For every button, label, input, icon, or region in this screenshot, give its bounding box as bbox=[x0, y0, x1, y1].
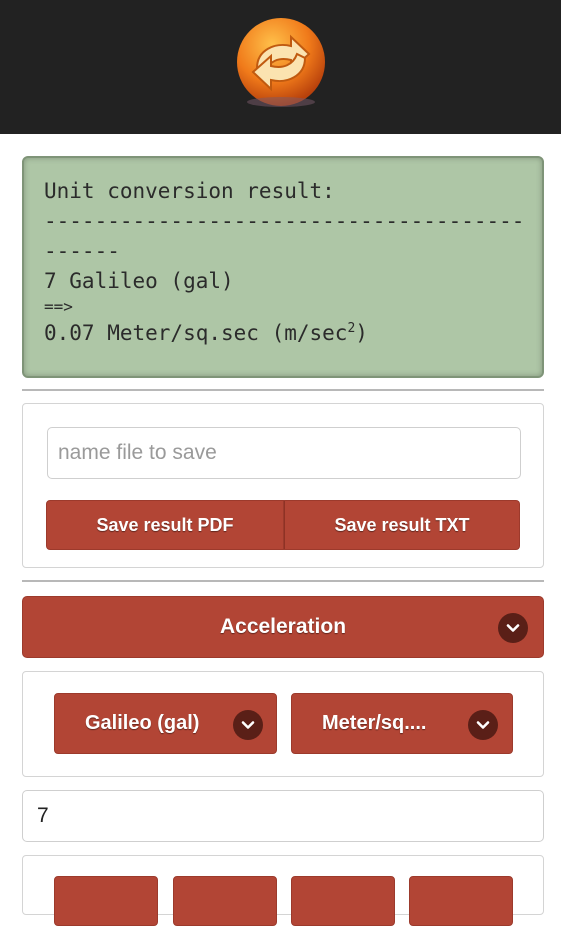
divider bbox=[22, 389, 544, 391]
value-input[interactable] bbox=[22, 790, 544, 842]
result-display: Unit conversion result: ----------------… bbox=[22, 156, 544, 378]
save-section: Save result PDF Save result TXT bbox=[22, 403, 544, 568]
keypad-key[interactable] bbox=[54, 876, 158, 926]
result-title: Unit conversion result: bbox=[44, 179, 335, 203]
result-output-line: 0.07 Meter/sq.sec (m/sec2) bbox=[44, 318, 522, 348]
to-unit-label: Meter/sq.... bbox=[322, 712, 427, 734]
keypad-section bbox=[22, 855, 544, 926]
chevron-down-icon bbox=[233, 710, 263, 740]
to-unit-select[interactable]: Meter/sq.... bbox=[291, 693, 513, 754]
save-pdf-button[interactable]: Save result PDF bbox=[46, 500, 284, 550]
from-unit-label: Galileo (gal) bbox=[85, 712, 200, 734]
app-header bbox=[0, 0, 561, 134]
result-arrow: ==> bbox=[44, 297, 73, 316]
from-unit-select[interactable]: Galileo (gal) bbox=[54, 693, 277, 754]
result-output-close: ) bbox=[355, 321, 368, 345]
keypad-key[interactable] bbox=[173, 876, 277, 926]
units-section: Galileo (gal) Meter/sq.... bbox=[22, 671, 544, 777]
category-select-label: Acceleration bbox=[219, 615, 347, 638]
result-separator: --------------------------------------- bbox=[44, 209, 522, 233]
save-txt-button[interactable]: Save result TXT bbox=[284, 500, 520, 550]
result-separator-continued: ------ bbox=[44, 239, 120, 263]
keypad-key[interactable] bbox=[291, 876, 395, 926]
divider bbox=[22, 580, 544, 582]
keypad-key[interactable] bbox=[409, 876, 513, 926]
chevron-down-icon bbox=[468, 710, 498, 740]
result-output-text: 0.07 Meter/sq.sec (m/sec bbox=[44, 321, 348, 345]
category-select[interactable]: Acceleration bbox=[22, 596, 544, 658]
refresh-arrows-icon[interactable] bbox=[235, 16, 327, 108]
chevron-down-icon bbox=[498, 613, 528, 643]
filename-input[interactable] bbox=[47, 427, 521, 479]
result-input-line: 7 Galileo (gal) bbox=[44, 269, 234, 293]
